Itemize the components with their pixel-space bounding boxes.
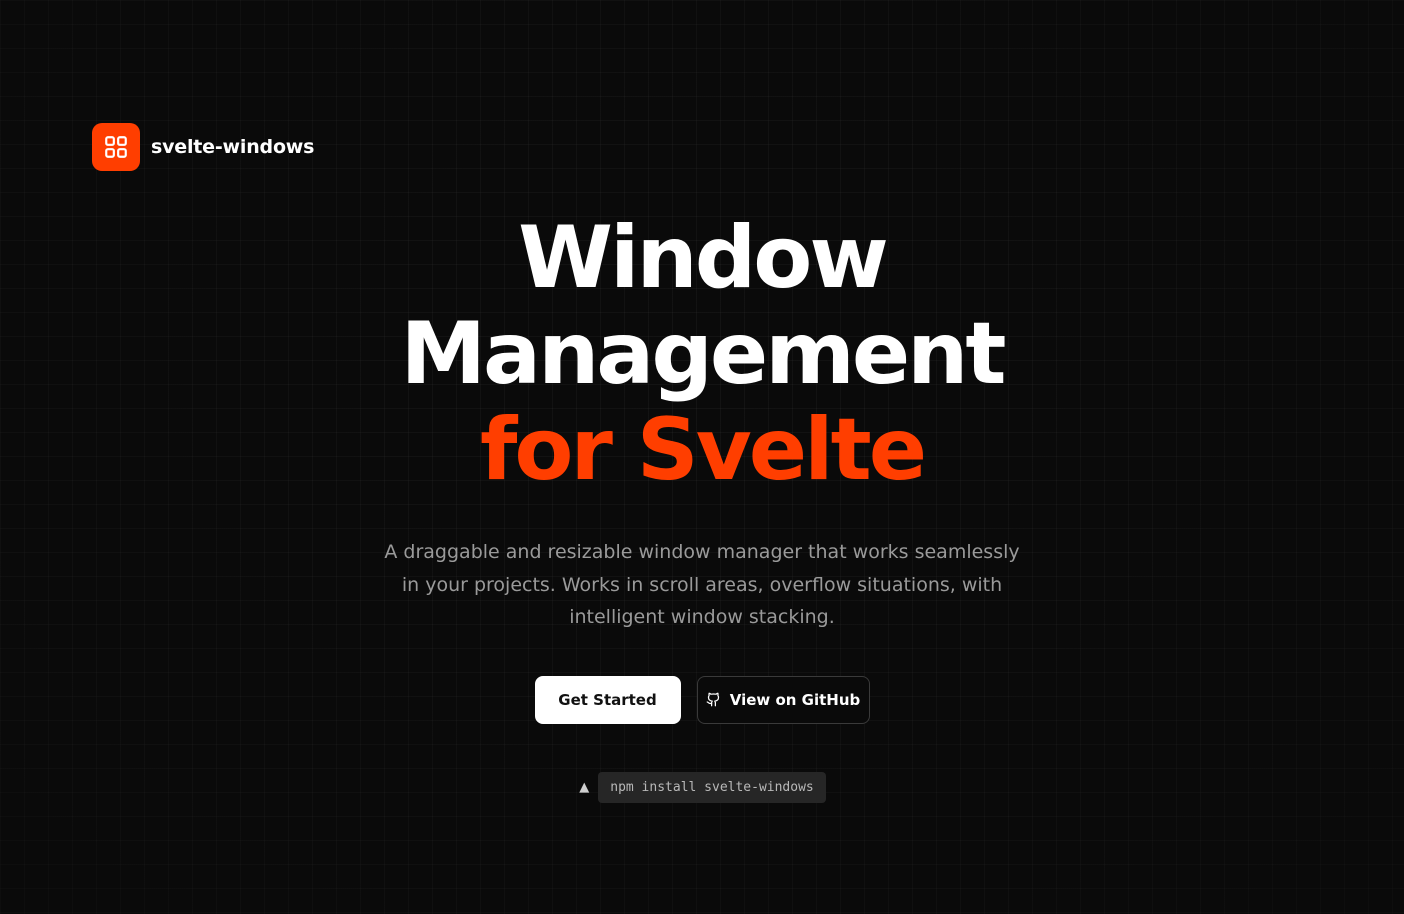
- hero-subtitle: A draggable and resizable window manager…: [384, 541, 1020, 628]
- landing-page: svelte-windows Window Management for Sve…: [0, 0, 1404, 914]
- hero-section: Window Management for Svelte A draggable…: [0, 210, 1404, 803]
- github-icon: [706, 692, 721, 707]
- get-started-button[interactable]: Get Started: [534, 675, 681, 724]
- brand-link[interactable]: svelte-windows: [92, 123, 314, 171]
- view-on-github-button[interactable]: View on GitHub: [696, 675, 870, 724]
- github-button-label: View on GitHub: [729, 690, 861, 709]
- brand-name: svelte-windows: [151, 136, 315, 158]
- hero-headline: Window Management for Svelte: [0, 210, 1404, 498]
- install-row: ▲ npm install svelte-windows: [0, 771, 1404, 803]
- headline-line-2: Management: [400, 304, 1006, 404]
- install-command[interactable]: npm install svelte-windows: [598, 771, 826, 803]
- headline-line-1: Window: [518, 208, 889, 308]
- headline-line-3: for Svelte: [479, 400, 927, 500]
- grid-icon: [92, 123, 140, 171]
- hero-actions: Get Started View on GitHub: [0, 675, 1404, 724]
- triangle-icon: ▲: [579, 779, 590, 795]
